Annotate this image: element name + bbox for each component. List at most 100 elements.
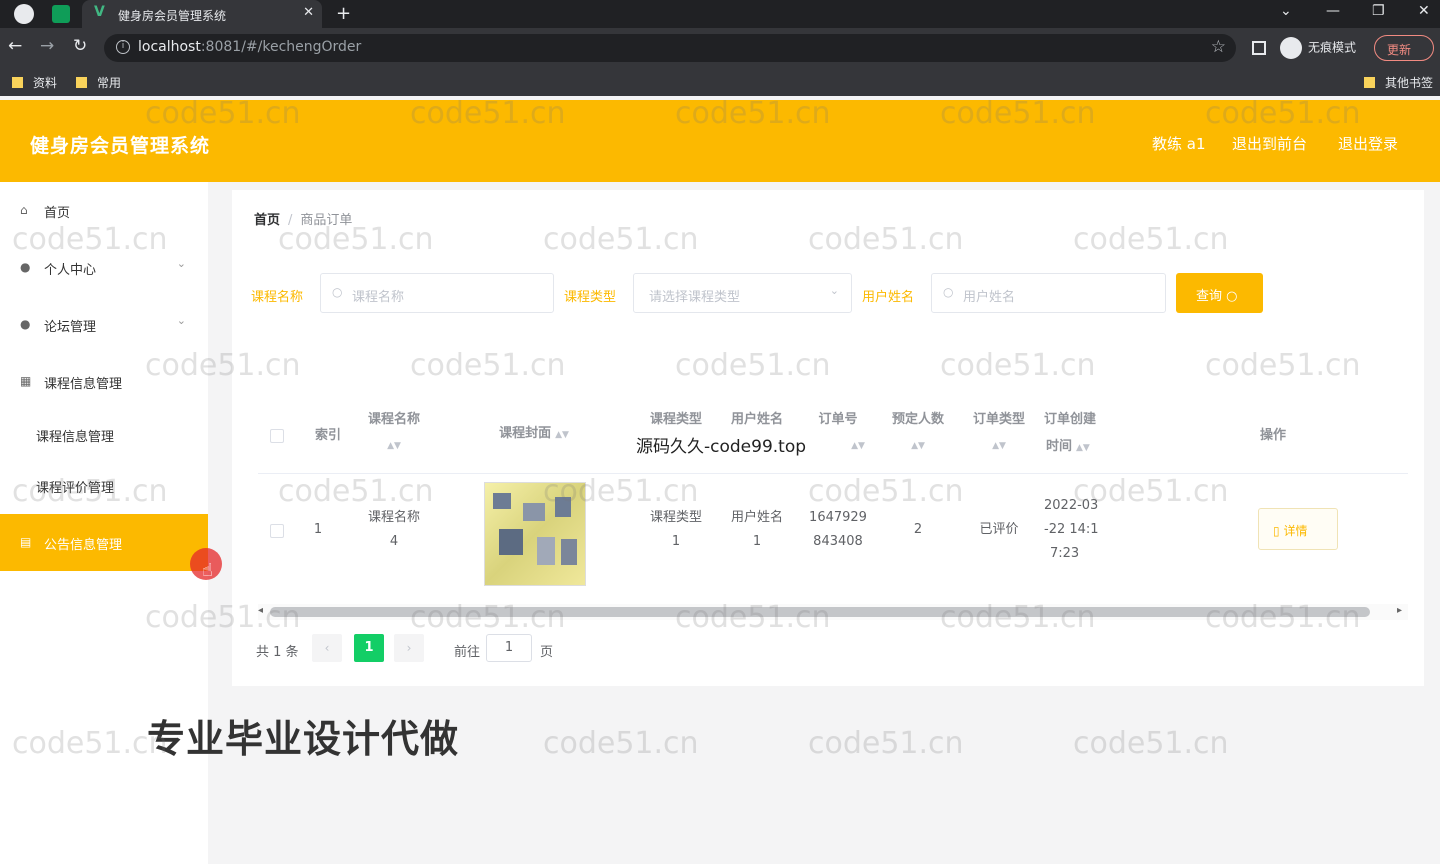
hand-cursor-icon: ☝ bbox=[202, 560, 213, 581]
search-icon: ○ bbox=[943, 285, 954, 299]
browser-tab[interactable]: V 健身房会员管理系统 ✕ bbox=[82, 0, 322, 28]
sidebar-item-forum[interactable]: ● 论坛管理 ⌄ bbox=[0, 296, 208, 353]
user-icon: ● bbox=[20, 260, 31, 274]
cell-order-type: 已评价 bbox=[979, 522, 1019, 537]
sort-icon[interactable]: ▲▼ bbox=[878, 433, 958, 460]
sort-icon[interactable]: ▲▼ bbox=[959, 433, 1039, 460]
scroll-right-icon[interactable]: ▸ bbox=[1397, 605, 1402, 616]
overlay-code-text: 源码久久-code99.top bbox=[636, 437, 807, 457]
minimize-icon[interactable]: — bbox=[1326, 3, 1340, 19]
url-text: localhost:8081/#/kechengOrder bbox=[138, 39, 362, 55]
tab-title: 健身房会员管理系统 bbox=[118, 9, 227, 23]
select-all-checkbox[interactable] bbox=[270, 429, 284, 443]
goto-label: 前往 bbox=[454, 645, 481, 660]
sidebar-item-profile[interactable]: ● 个人中心 ⌄ bbox=[0, 239, 208, 296]
sidebar-item-course-info[interactable]: 课程信息管理 bbox=[0, 406, 208, 463]
cover-graphic bbox=[523, 503, 545, 521]
course-cover-image[interactable] bbox=[484, 482, 586, 586]
search-icon: ○ bbox=[332, 285, 343, 299]
folder-icon bbox=[76, 77, 87, 88]
course-type-label: 课程类型 bbox=[564, 290, 617, 305]
sidebar-item-home[interactable]: ⌂ 首页 bbox=[0, 182, 208, 239]
breadcrumb-separator: / bbox=[288, 213, 293, 228]
incognito-icon bbox=[1280, 37, 1302, 59]
sidebar-item-label: 个人中心 bbox=[44, 263, 97, 278]
update-button[interactable]: 更新 bbox=[1374, 35, 1434, 61]
sort-icon[interactable]: ▲▼ bbox=[555, 430, 569, 440]
breadcrumb-current: 商品订单 bbox=[300, 213, 353, 228]
browser-profile-icon[interactable] bbox=[14, 4, 34, 24]
col-order-no[interactable]: 订单号 ▲▼ bbox=[798, 406, 878, 460]
watermark: code51.cn bbox=[1073, 726, 1229, 761]
sidebar-item-course-group[interactable]: ▦ 课程信息管理 bbox=[0, 353, 208, 410]
input-placeholder: 用户姓名 bbox=[963, 290, 1016, 305]
prev-page-button[interactable]: ‹ bbox=[312, 634, 342, 662]
detail-icon: ▯ bbox=[1273, 524, 1280, 538]
col-actions: 操作 bbox=[1259, 428, 1286, 443]
col-course-type[interactable]: 课程类型 bbox=[636, 406, 716, 433]
site-info-icon[interactable]: i bbox=[116, 40, 130, 54]
scrollbar-thumb[interactable] bbox=[270, 607, 1370, 617]
doc-icon: ▤ bbox=[20, 535, 32, 549]
col-user-name[interactable]: 用户姓名 bbox=[717, 406, 797, 433]
horizontal-scrollbar[interactable]: ◂ ▸ bbox=[258, 604, 1408, 620]
close-tab-icon[interactable]: ✕ bbox=[303, 5, 314, 20]
col-cover[interactable]: 课程封面 ▲▼ bbox=[484, 420, 584, 449]
goto-page-input[interactable]: 1 bbox=[486, 634, 532, 662]
scroll-left-icon[interactable]: ◂ bbox=[258, 605, 263, 616]
new-tab-icon[interactable]: + bbox=[336, 3, 351, 24]
sort-icon[interactable]: ▲▼ bbox=[354, 433, 434, 460]
app-favicon-icon[interactable] bbox=[52, 5, 70, 23]
bookmark-folder[interactable]: 常用 bbox=[76, 74, 121, 91]
close-window-icon[interactable]: ✕ bbox=[1418, 3, 1430, 19]
bulb-icon: ● bbox=[20, 317, 31, 331]
col-order-type[interactable]: 订单类型 ▲▼ bbox=[959, 406, 1039, 460]
back-icon[interactable]: ← bbox=[8, 36, 22, 56]
col-reserve-count[interactable]: 预定人数 ▲▼ bbox=[878, 406, 958, 460]
cell-course-type: 课程类型 1 bbox=[649, 510, 702, 549]
query-button[interactable]: 查询 ○ bbox=[1176, 273, 1263, 313]
table-header: 索引 课程名称 ▲▼ 课程封面 ▲▼ 课程类型 用户姓名 订单号 ▲▼ 预定人数 ▲▼ … bbox=[258, 396, 1408, 474]
course-type-select[interactable]: 请选择课程类型 ⌄ bbox=[633, 273, 852, 313]
tab-search-icon[interactable]: ⌄ bbox=[1280, 3, 1292, 19]
sidebar-item-label: 论坛管理 bbox=[44, 320, 97, 335]
restore-icon[interactable]: ❐ bbox=[1372, 3, 1385, 19]
other-bookmarks[interactable]: 其他书签 bbox=[1364, 74, 1433, 91]
detail-button[interactable]: ▯ 详情 bbox=[1258, 508, 1338, 550]
incognito-indicator[interactable]: 无痕模式 bbox=[1280, 37, 1356, 59]
course-name-label: 课程名称 bbox=[251, 290, 304, 305]
forward-icon[interactable]: → bbox=[40, 36, 54, 56]
back-to-front-link[interactable]: 退出到前台 bbox=[1232, 133, 1307, 154]
logout-link[interactable]: 退出登录 bbox=[1338, 133, 1398, 154]
address-bar[interactable]: i localhost:8081/#/kechengOrder ☆ bbox=[104, 34, 1236, 62]
side-panel-icon[interactable] bbox=[1252, 41, 1266, 55]
mouse-cursor: ☝ bbox=[190, 548, 222, 581]
sidebar-item-label: 首页 bbox=[44, 206, 71, 221]
orders-table: 索引 课程名称 ▲▼ 课程封面 ▲▼ 课程类型 用户姓名 订单号 ▲▼ 预定人数 ▲▼ … bbox=[258, 396, 1408, 592]
cover-graphic bbox=[493, 493, 511, 509]
col-created-time[interactable]: 订单创建 时间 ▲▼ bbox=[1044, 406, 1114, 462]
page-number-button[interactable]: 1 bbox=[354, 634, 384, 662]
grid-icon: ▦ bbox=[20, 374, 32, 388]
bookmarks-bar: 资料 常用 其他书签 bbox=[0, 68, 1440, 96]
col-index: 索引 bbox=[314, 428, 341, 443]
chevron-down-icon: ⌄ bbox=[176, 314, 186, 327]
folder-icon bbox=[1364, 77, 1375, 88]
course-name-input[interactable]: ○ 课程名称 bbox=[320, 273, 554, 313]
row-checkbox[interactable] bbox=[270, 524, 284, 538]
user-name-input[interactable]: ○ 用户姓名 bbox=[931, 273, 1166, 313]
pagination-total: 共 1 条 bbox=[256, 645, 299, 660]
sort-icon[interactable]: ▲▼ bbox=[838, 433, 878, 460]
bookmark-folder[interactable]: 资料 bbox=[12, 74, 57, 91]
main-content: 首页 / 商品订单 课程名称 ○ 课程名称 课程类型 请选择课程类型 ⌄ 用户姓名 … bbox=[232, 190, 1424, 686]
overlay-ad-text: 专业毕业设计代做 bbox=[147, 717, 460, 761]
breadcrumb-home[interactable]: 首页 bbox=[254, 213, 280, 228]
cover-graphic bbox=[561, 539, 577, 565]
sort-icon[interactable]: ▲▼ bbox=[1076, 443, 1090, 453]
col-course-name[interactable]: 课程名称 ▲▼ bbox=[354, 406, 434, 460]
reload-icon[interactable]: ↻ bbox=[73, 36, 87, 56]
sidebar-item-notice[interactable]: ▤ 公告信息管理 bbox=[0, 514, 208, 571]
sidebar-item-course-review[interactable]: 课程评价管理 bbox=[0, 457, 208, 514]
bookmark-star-icon[interactable]: ☆ bbox=[1211, 37, 1226, 57]
next-page-button[interactable]: › bbox=[394, 634, 424, 662]
